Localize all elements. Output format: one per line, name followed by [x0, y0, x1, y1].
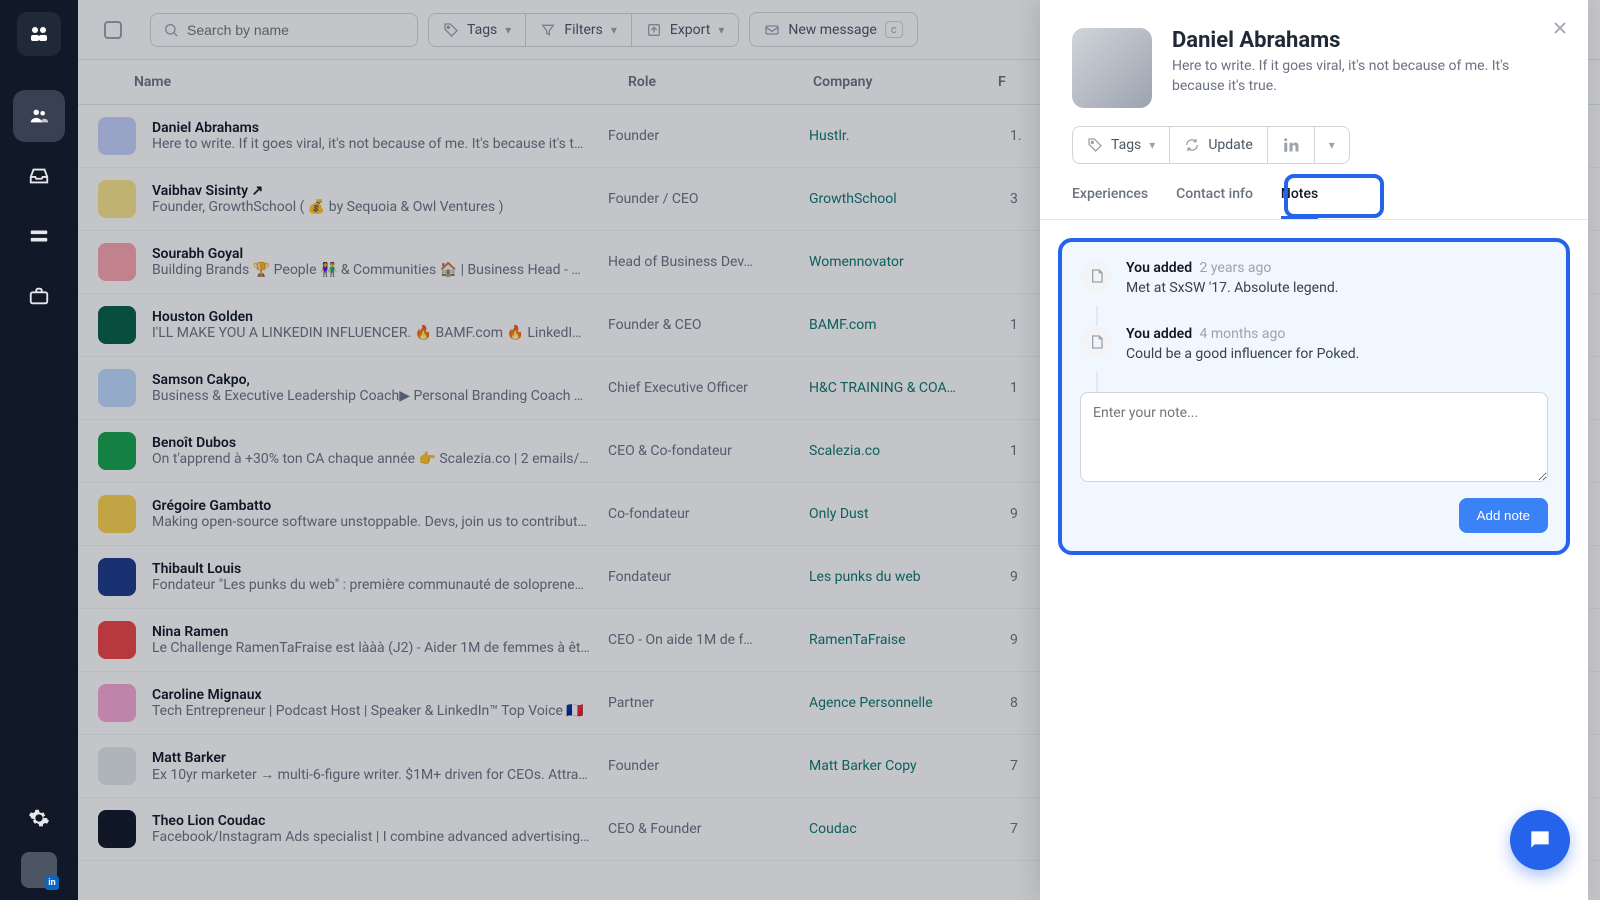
nav-pipelines[interactable] — [13, 210, 65, 262]
nav-briefcase[interactable] — [13, 270, 65, 322]
panel-more-button[interactable]: ▾ — [1314, 127, 1349, 163]
chevron-down-icon: ▾ — [1329, 138, 1335, 152]
nav-inbox[interactable] — [13, 150, 65, 202]
note-text: Met at SxSW '17. Absolute legend. — [1126, 280, 1338, 296]
tab-experiences[interactable]: Experiences — [1072, 186, 1148, 219]
contact-name: Daniel Abrahams — [1172, 28, 1556, 53]
note-item: You added 4 months ago Could be a good i… — [1080, 326, 1548, 362]
note-text: Could be a good influencer for Poked. — [1126, 346, 1359, 362]
note-time: 2 years ago — [1196, 260, 1271, 276]
contact-detail-panel: Daniel Abrahams Here to write. If it goe… — [1040, 0, 1588, 900]
chat-icon — [1527, 827, 1553, 853]
panel-linkedin-button[interactable] — [1267, 127, 1314, 163]
panel-update-button[interactable]: Update — [1169, 127, 1266, 163]
note-author: You added — [1126, 260, 1192, 276]
linkedin-badge-icon: in — [45, 876, 59, 890]
highlight-ring — [1284, 174, 1384, 218]
note-icon — [1080, 326, 1112, 358]
chevron-down-icon: ▾ — [1149, 138, 1155, 152]
contact-avatar — [1072, 28, 1152, 108]
sidebar-nav: in — [0, 0, 78, 900]
refresh-icon — [1184, 137, 1200, 153]
chat-fab[interactable] — [1510, 810, 1570, 870]
add-note-button[interactable]: Add note — [1459, 498, 1548, 533]
note-input[interactable] — [1080, 392, 1548, 482]
note-time: 4 months ago — [1196, 326, 1285, 342]
nav-contacts[interactable] — [13, 90, 65, 142]
app-logo — [17, 12, 61, 56]
contact-bio: Here to write. If it goes viral, it's no… — [1172, 57, 1556, 96]
note-icon — [1080, 260, 1112, 292]
user-avatar[interactable]: in — [21, 852, 57, 888]
tag-icon — [1087, 137, 1103, 153]
linkedin-icon — [1282, 136, 1300, 154]
note-thread-line — [1096, 372, 1548, 392]
close-icon — [1550, 18, 1570, 38]
note-thread-line — [1096, 306, 1548, 326]
panel-tags-button[interactable]: Tags▾ — [1073, 127, 1169, 163]
nav-settings[interactable] — [13, 792, 65, 844]
note-item: You added 2 years ago Met at SxSW '17. A… — [1080, 260, 1548, 296]
note-author: You added — [1126, 326, 1192, 342]
close-button[interactable] — [1550, 18, 1570, 43]
notes-section: You added 2 years ago Met at SxSW '17. A… — [1058, 238, 1570, 555]
tab-contact-info[interactable]: Contact info — [1176, 186, 1253, 219]
